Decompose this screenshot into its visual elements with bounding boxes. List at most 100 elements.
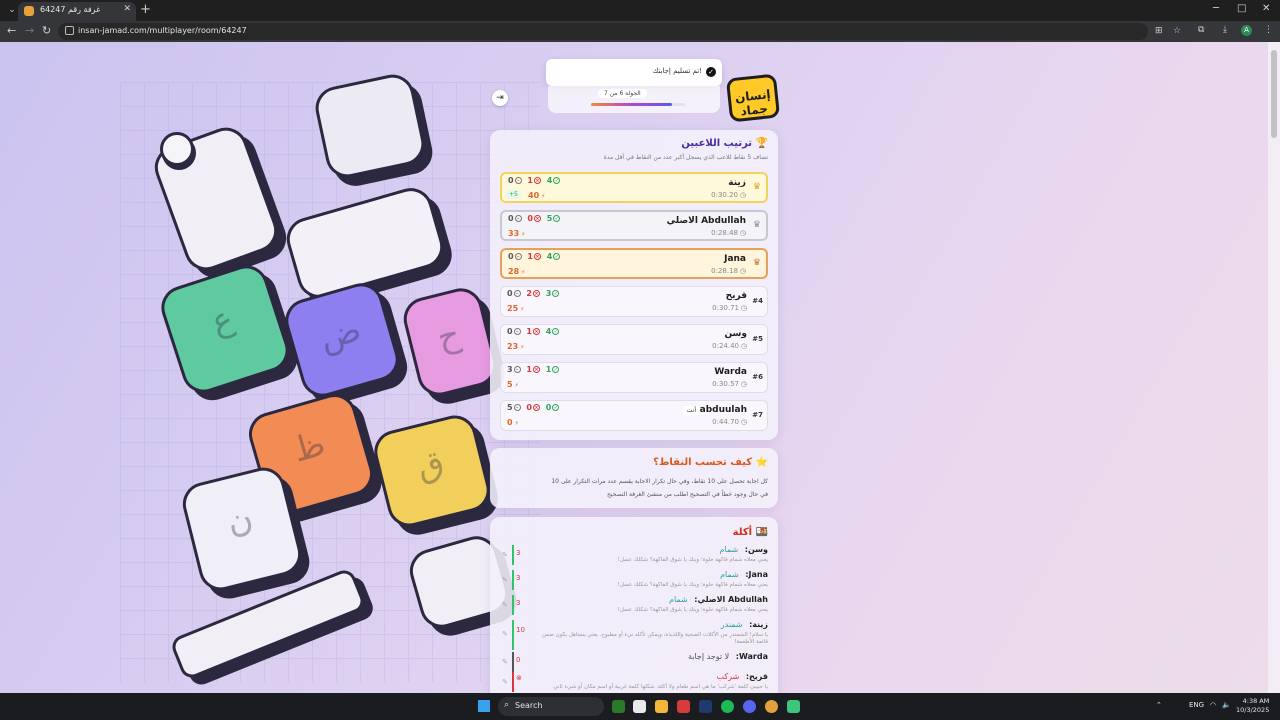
edit-answer-icon[interactable]: ✎	[502, 630, 508, 638]
decor-ring	[160, 132, 194, 166]
answer-player: زينة:	[749, 620, 768, 629]
spotify-icon[interactable]	[721, 700, 734, 713]
toast-message: تم تسليم إجابتك!	[652, 67, 702, 75]
reload-icon[interactable]: ↻	[42, 24, 51, 38]
player-points: 0 ⚡	[507, 418, 519, 427]
player-row: ♛ Abdullah الاصلي 0:28.48 ◷ 0– 0 × 5 ✓ 33 ⚡	[500, 210, 768, 241]
answer-header: Warda: لا توجد إجابة	[688, 652, 768, 661]
page-scrollbar[interactable]	[1268, 42, 1280, 693]
right-icon: ✓	[553, 215, 561, 222]
back-icon[interactable]: ←	[7, 24, 16, 38]
player-stats: 0– 1 × 4 ✓	[508, 176, 563, 185]
discord-icon[interactable]	[743, 700, 756, 713]
taskbar-search[interactable]: ⌕ Search	[498, 697, 604, 716]
language-indicator[interactable]: ENG	[1189, 701, 1204, 709]
start-button[interactable]	[478, 700, 490, 712]
app-icon[interactable]	[612, 700, 625, 713]
answer-player: قريح:	[745, 672, 768, 681]
tray-chevron-icon[interactable]: ⌃	[1156, 701, 1162, 709]
rule-line: في حال وجود خطأ في التصحيح اطلب من منشئ …	[607, 491, 768, 498]
wrong-icon: ×	[532, 366, 540, 373]
close-window-icon[interactable]: ✕	[1262, 3, 1270, 14]
file-explorer-icon[interactable]	[655, 700, 668, 713]
player-name: وسن	[724, 329, 747, 339]
answer-feedback: يعني معلاه شمام فاكهة حلوة؛ وينك يا شوق …	[617, 557, 768, 563]
answer-status-bar	[512, 620, 514, 650]
player-stats: 0– 2 × 3 ✓	[507, 289, 562, 298]
answer-word: شركب	[716, 672, 740, 681]
app-icon[interactable]	[787, 700, 800, 713]
right-count: 4	[546, 176, 553, 185]
menu-icon[interactable]: ⋮	[1264, 25, 1273, 35]
player-stats: 3– 1 × 1 ✓	[507, 365, 562, 374]
profile-avatar[interactable]: A	[1241, 25, 1252, 36]
favicon-icon	[24, 6, 34, 16]
minimize-icon[interactable]: ─	[1213, 3, 1219, 14]
answer-header: Abdullah الاصلي: شمام	[669, 595, 768, 604]
round-progress-card: الجولة 6 من 7	[548, 86, 720, 113]
points-icon: ⚡	[514, 420, 519, 427]
clock-icon: ◷	[739, 229, 746, 237]
edit-answer-icon[interactable]: ✎	[502, 601, 508, 609]
right-icon: ✓	[552, 366, 560, 373]
extensions-icon[interactable]: ⧉	[1198, 25, 1204, 35]
volume-icon[interactable]: 🔈	[1222, 701, 1231, 709]
clock-icon: ◷	[740, 380, 747, 388]
edit-answer-icon[interactable]: ✎	[502, 551, 508, 559]
answer-feedback: يا سلام! الشمندر من الأكلات الصحية واللذ…	[541, 632, 768, 645]
site-info-icon[interactable]	[65, 26, 74, 35]
player-rank: #7	[752, 411, 763, 419]
right-icon: ✓	[553, 177, 561, 184]
edit-answer-icon[interactable]: ✎	[502, 678, 508, 686]
app-icon[interactable]	[677, 700, 690, 713]
player-time: 0:28.18	[711, 267, 738, 275]
game-page: ع ض ح ظ ق ن تم تسليم إجابتك! ✓ الجولة 6 …	[0, 42, 1268, 693]
submit-toast: تم تسليم إجابتك! ✓	[546, 59, 722, 86]
wrong-icon: ×	[533, 215, 541, 222]
edit-answer-icon[interactable]: ✎	[502, 658, 508, 666]
app-icon[interactable]	[633, 700, 646, 713]
edit-answer-icon[interactable]: ✎	[502, 576, 508, 584]
check-icon: ✓	[706, 67, 716, 77]
site-logo[interactable]: إنسان جماد	[725, 73, 781, 123]
forward-icon[interactable]: →	[25, 24, 34, 38]
skip-count: 0	[508, 214, 514, 223]
steam-icon[interactable]	[699, 700, 712, 713]
download-icon[interactable]: ⤓	[1223, 25, 1227, 35]
address-bar[interactable]: insan-jamad.com/multiplayer/room/64247 ⊞…	[58, 23, 1181, 40]
scoring-rules-card: ⭐ كيف تحسب النقاط؟ كل اجابة تحصل على 10 …	[490, 448, 778, 508]
taskbar-clock[interactable]: 4:38 AM 10/3/2025	[1236, 697, 1269, 715]
chrome-icon[interactable]	[765, 700, 778, 713]
bookmark-star-icon[interactable]: ☆	[1173, 26, 1181, 36]
answer-points: 3	[516, 549, 521, 557]
exit-room-icon[interactable]: ⇥	[492, 90, 508, 106]
right-icon: ✓	[552, 328, 560, 335]
right-count: 3	[545, 289, 552, 298]
rank-medal-icon: ♛	[752, 258, 761, 268]
clock-icon: ◷	[740, 418, 747, 426]
tab-close-icon[interactable]: ✕	[123, 4, 131, 14]
player-name: Jana	[724, 254, 746, 264]
new-tab-icon[interactable]: +	[140, 2, 151, 18]
player-time: 0:24.40	[712, 342, 739, 350]
answer-points: 0	[516, 656, 521, 664]
rules-title: ⭐ كيف تحسب النقاط؟	[653, 457, 768, 468]
answer-row: ✎ ⊗ قريح: شركب يا حبيبي كلمة 'شركب' ما ه…	[500, 672, 768, 693]
maximize-icon[interactable]: □	[1237, 3, 1246, 14]
browser-tab[interactable]: غرفة رقم 64247 ✕	[18, 2, 136, 21]
wrong-count: 1	[526, 327, 532, 336]
answer-row: ✎ 3 وسن: شمام يعني معلاه شمام فاكهة حلوة…	[500, 545, 768, 567]
skip-count: 5	[507, 403, 513, 412]
answer-feedback: يعني معلاه شمام فاكهة حلوة؛ وينك يا شوق …	[617, 607, 768, 613]
right-count: 0	[545, 403, 552, 412]
translate-icon[interactable]: ⊞	[1155, 26, 1163, 36]
scrollbar-thumb[interactable]	[1271, 50, 1277, 138]
right-icon: ✓	[553, 253, 561, 260]
skip-count: 0	[508, 176, 514, 185]
player-rank: #4	[752, 297, 763, 305]
wifi-icon[interactable]: ◠	[1210, 701, 1216, 709]
rank-medal-icon: ♛	[752, 220, 761, 230]
wrong-count: 0	[527, 214, 533, 223]
right-count: 4	[546, 252, 553, 261]
wrong-icon: ×	[533, 253, 541, 260]
